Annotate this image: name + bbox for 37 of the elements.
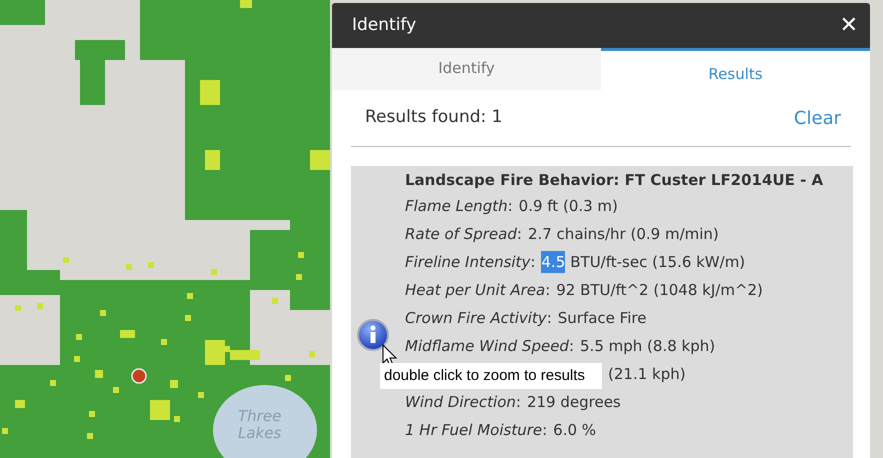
clear-link[interactable]: Clear bbox=[794, 104, 841, 132]
selected-text: 4.5 bbox=[541, 250, 566, 274]
colon-separator: : bbox=[546, 308, 552, 329]
result-title: Landscape Fire Behavior: FT Custer LF2014UE - A bbox=[405, 170, 824, 191]
colon-separator: : bbox=[545, 280, 550, 301]
attribute-value: 5.5 mph (8.8 kph) bbox=[580, 336, 716, 357]
attribute-label: Fireline Intensity bbox=[405, 252, 530, 273]
attribute-label: Heat per Unit Area bbox=[405, 280, 546, 301]
location-marker-icon bbox=[131, 368, 147, 384]
panel-title: Identify bbox=[352, 14, 416, 37]
attribute-label: Crown Fire Activity bbox=[405, 308, 547, 329]
attribute-label: Midflame Wind Speed bbox=[405, 336, 569, 357]
attribute-label: 1 Hr Fuel Moisture bbox=[405, 420, 542, 441]
colon-separator: : bbox=[516, 392, 521, 413]
colon-separator: : bbox=[530, 252, 536, 273]
colon-separator: : bbox=[542, 420, 548, 441]
attribute-label: Flame Length bbox=[405, 196, 508, 217]
attribute-value: BTU/ft-sec (15.6 kW/m) bbox=[570, 252, 746, 273]
tab[interactable]: Identify bbox=[332, 48, 601, 90]
attribute-label: Wind Direction bbox=[405, 392, 516, 413]
close-button[interactable]: ✕ bbox=[840, 14, 858, 36]
attribute-value: 92 BTU/ft^2 (1048 kJ/m^2) bbox=[556, 280, 763, 301]
colon-separator: : bbox=[568, 336, 574, 357]
attribute-value: 0.9 ft (0.3 m) bbox=[518, 196, 618, 217]
map-label: Three bbox=[238, 408, 282, 425]
attribute-label: Rate of Spread bbox=[405, 224, 517, 245]
tooltip: double click to zoom to results bbox=[380, 363, 602, 389]
attribute-value: (21.1 kph) bbox=[608, 364, 686, 385]
colon-separator: : bbox=[516, 224, 522, 245]
info-icon bbox=[357, 319, 389, 351]
colon-separator: : bbox=[508, 196, 513, 217]
results-count: Results found: 1 bbox=[365, 106, 502, 130]
attribute-value: 6.0 % bbox=[553, 420, 596, 441]
attribute-value: Surface Fire bbox=[558, 308, 646, 329]
map-label: Lakes bbox=[238, 425, 282, 442]
attribute-value: 2.7 chains/hr (0.9 m/min) bbox=[528, 224, 719, 245]
attribute-value: 219 degrees bbox=[526, 392, 621, 413]
